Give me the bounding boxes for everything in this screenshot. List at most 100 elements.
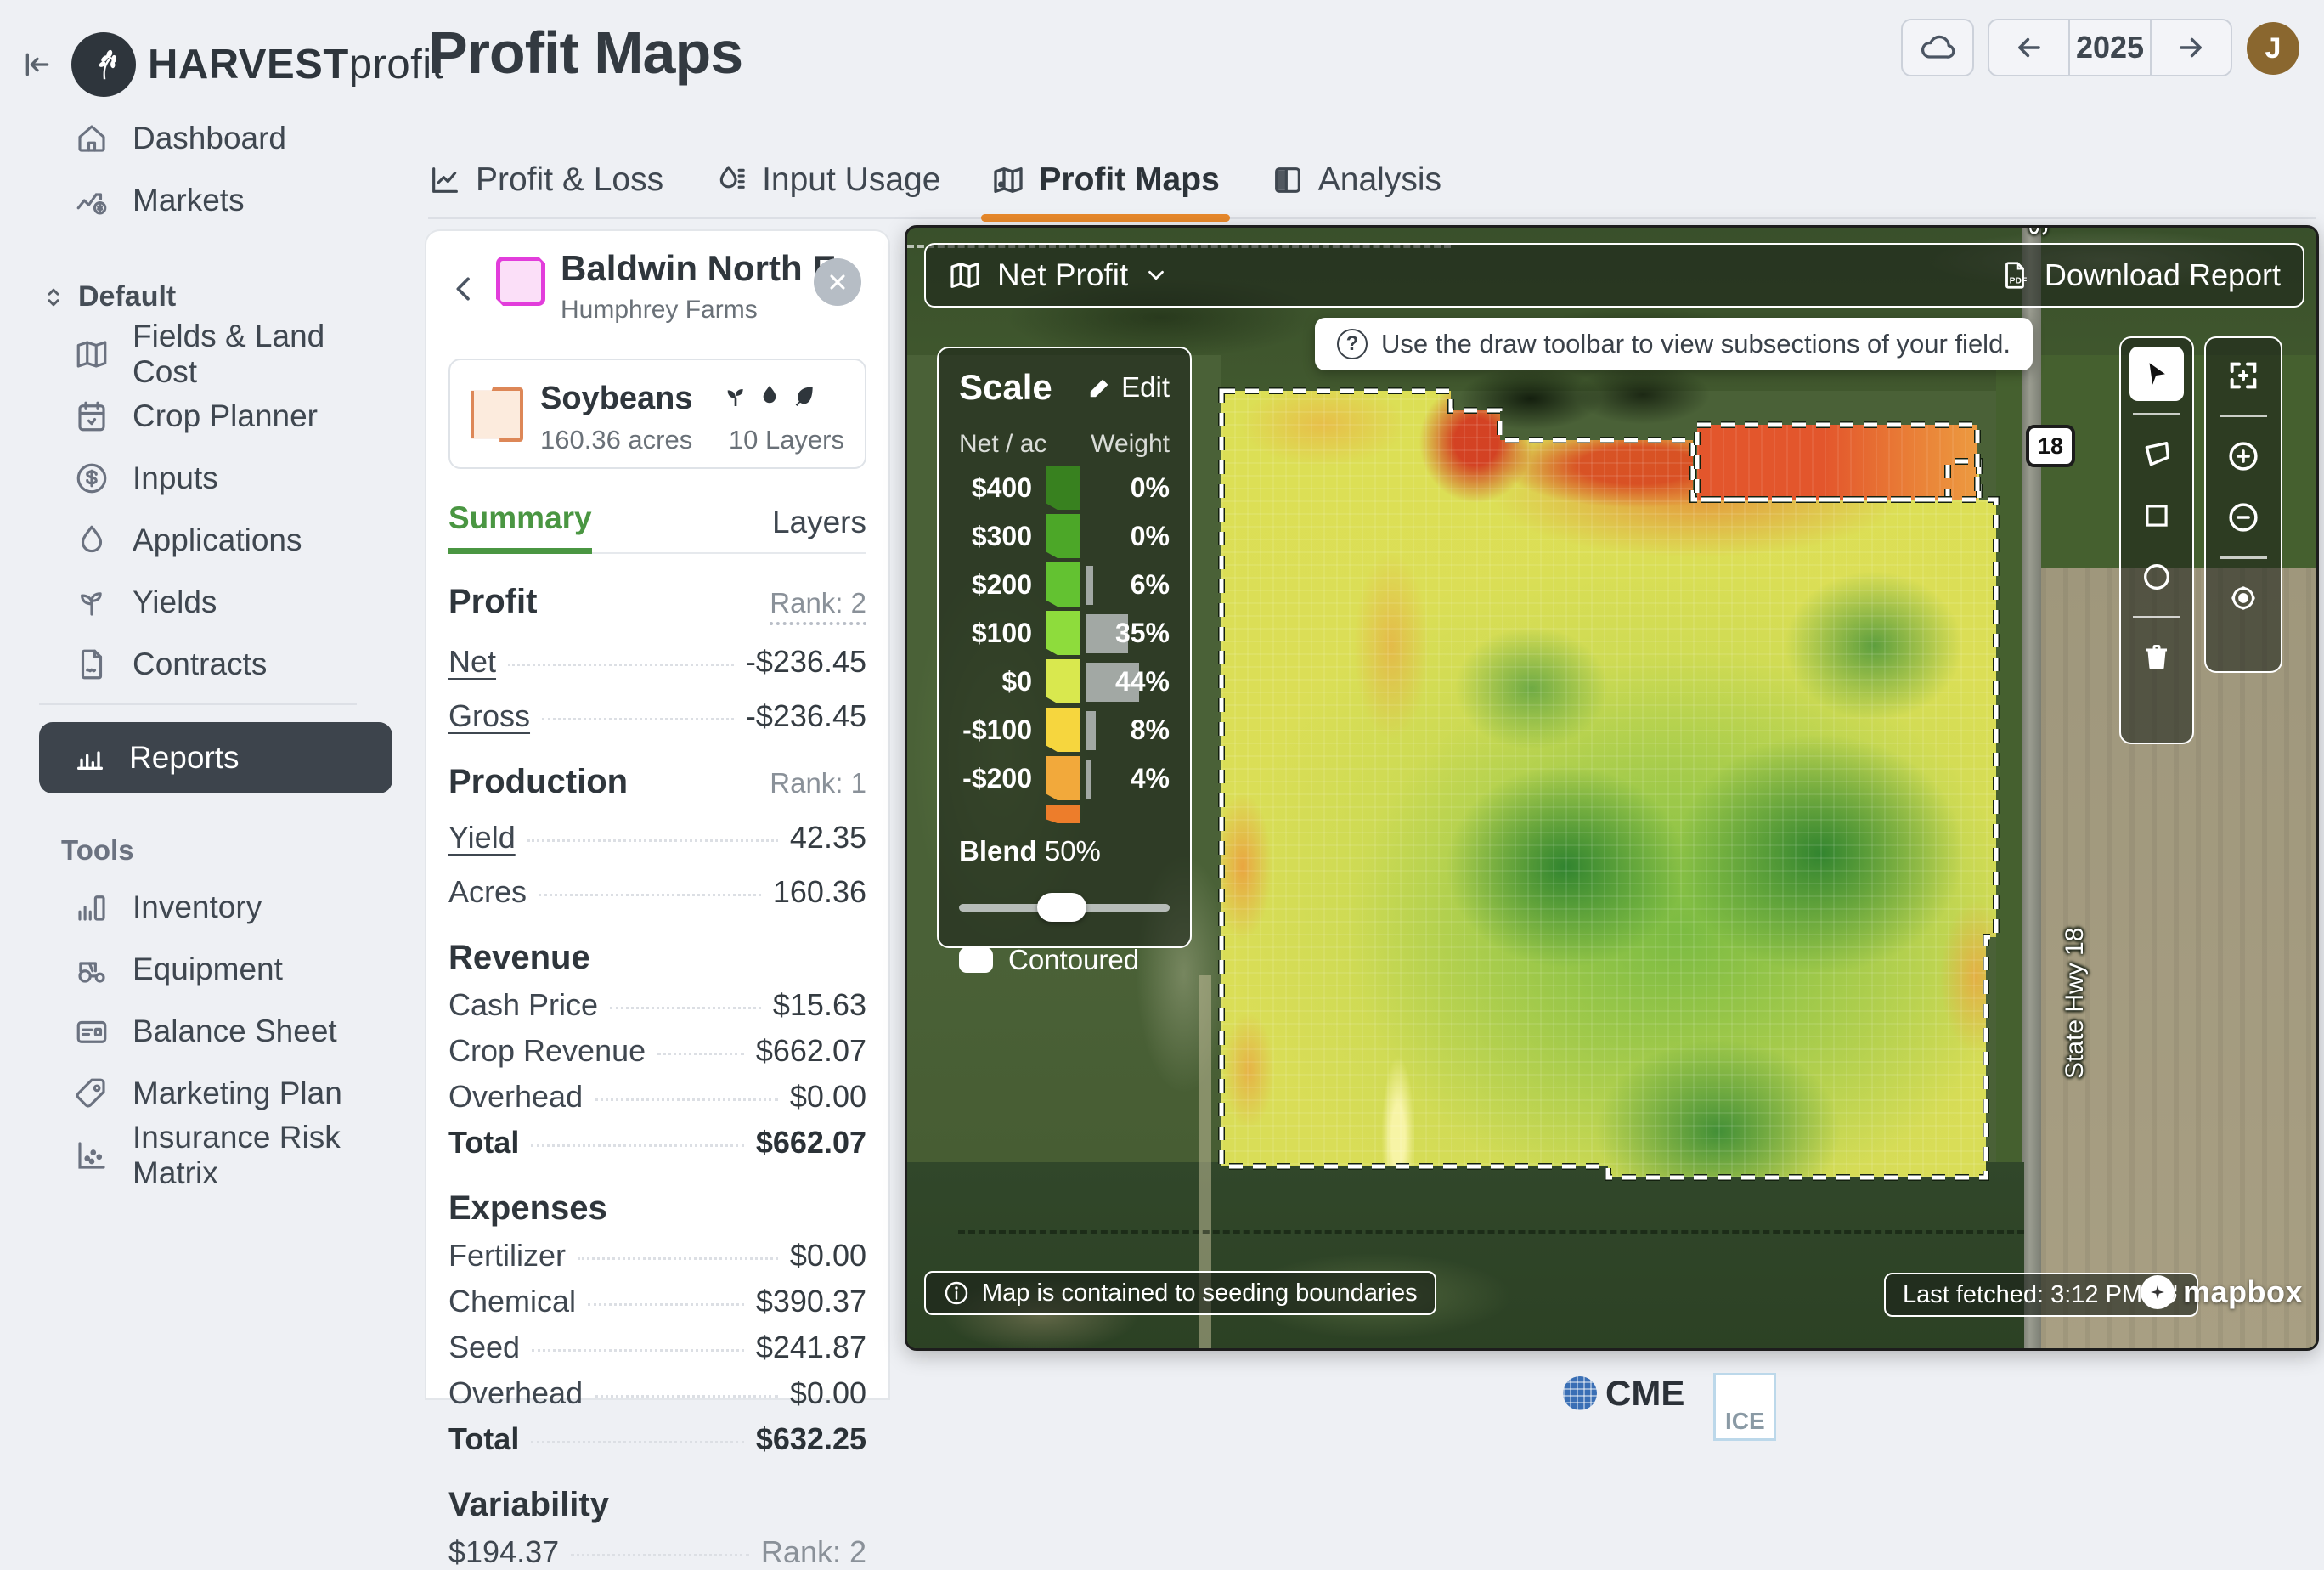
markets-chart-icon <box>73 182 110 219</box>
draw-circle-button[interactable] <box>2129 550 2184 604</box>
zoom-in-button[interactable] <box>2216 429 2270 483</box>
scale-color-swatch <box>1046 611 1080 655</box>
sidebar-item-yields[interactable]: Yields <box>0 575 396 630</box>
map-dollar-icon <box>991 163 1025 197</box>
zoom-out-button[interactable] <box>2216 490 2270 545</box>
fit-bounds-button[interactable] <box>2216 348 2270 403</box>
select-cursor-button[interactable] <box>2129 347 2184 401</box>
sidebar-item-dashboard[interactable]: Dashboard <box>0 111 396 166</box>
tab-profit-maps[interactable]: Profit Maps <box>991 143 1219 217</box>
close-icon[interactable] <box>814 258 861 306</box>
boundary-note-badge: Map is contained to seeding boundaries <box>924 1271 1436 1315</box>
sidebar-item-applications[interactable]: Applications <box>0 513 396 568</box>
panel-tab-layers[interactable]: Layers <box>772 505 866 552</box>
crop-layer-count: 10 Layers <box>729 425 844 455</box>
blend-slider-thumb[interactable] <box>1037 893 1086 922</box>
sort-icon <box>41 285 66 310</box>
expense-total-label: Total <box>448 1421 519 1457</box>
sidebar-item-label: Yields <box>133 585 217 620</box>
sidebar-item-label: Crop Planner <box>133 398 318 434</box>
scale-edit-button[interactable]: Edit <box>1087 371 1170 404</box>
tab-analysis[interactable]: Analysis <box>1271 143 1441 217</box>
sidebar-item-equipment[interactable]: Equipment <box>0 942 396 997</box>
sidebar-item-marketing-plan[interactable]: Marketing Plan <box>0 1066 396 1121</box>
draw-polygon-button[interactable] <box>2129 427 2184 482</box>
sidebar: HARVESTprofit Dashboard Markets Default … <box>0 0 396 1400</box>
panel-tab-summary[interactable]: Summary <box>448 500 592 554</box>
profit-rank[interactable]: Rank: 2 <box>770 587 866 625</box>
blend-label: Blend 50% <box>959 835 1170 867</box>
cme-logo: CME <box>1605 1373 1684 1414</box>
scale-title: Scale <box>959 367 1052 408</box>
sidebar-item-label: Balance Sheet <box>133 1014 337 1049</box>
sidebar-item-markets[interactable]: Markets <box>0 173 396 228</box>
revenue-row-value: $15.63 <box>773 987 866 1023</box>
year-selector: 2025 <box>1988 19 2232 76</box>
field-name: Baldwin North E. <box>561 248 846 289</box>
avatar[interactable]: J <box>2247 22 2299 75</box>
tab-input-usage[interactable]: Input Usage <box>714 143 940 217</box>
profit-heatmap-strip[interactable] <box>1697 425 1977 500</box>
profit-heatmap[interactable] <box>1221 391 1996 1178</box>
document-icon <box>73 646 110 683</box>
pdf-file-icon: PDF <box>1999 259 2031 291</box>
crop-year-group[interactable]: Default <box>41 280 176 313</box>
draw-rectangle-button[interactable] <box>2129 489 2184 543</box>
expense-row-label: Fertilizer <box>448 1238 566 1274</box>
variability-value: $194.37 <box>448 1534 559 1570</box>
sidebar-collapse-icon[interactable] <box>15 42 59 87</box>
droplet-gauge-icon <box>714 163 748 197</box>
variability-rank: Rank: 2 <box>761 1534 866 1570</box>
scale-color-swatch <box>1046 659 1080 703</box>
cloud-sync-button[interactable] <box>1901 19 1974 76</box>
revenue-row-value: $0.00 <box>790 1079 866 1115</box>
scale-overflow-swatch <box>1046 805 1080 823</box>
sidebar-item-crop-planner[interactable]: Crop Planner <box>0 389 396 443</box>
info-icon <box>943 1279 970 1307</box>
sprout-icon <box>73 584 110 621</box>
year-next-button[interactable] <box>2150 20 2231 75</box>
net-link[interactable]: Net <box>448 644 496 680</box>
year-prev-button[interactable] <box>1989 20 2068 75</box>
contoured-checkbox[interactable] <box>959 947 993 973</box>
back-chevron-icon[interactable] <box>447 272 481 306</box>
yield-link[interactable]: Yield <box>448 820 516 856</box>
scale-row: $10035% <box>959 611 1170 659</box>
sidebar-item-insurance-risk-matrix[interactable]: Insurance Risk Matrix <box>0 1128 396 1183</box>
map-icon <box>948 258 982 292</box>
sidebar-item-reports[interactable]: Reports <box>39 722 392 793</box>
expense-total-value: $632.25 <box>756 1421 866 1457</box>
blend-slider[interactable] <box>959 893 1170 922</box>
sidebar-item-label: Insurance Risk Matrix <box>133 1120 396 1191</box>
gross-link[interactable]: Gross <box>448 698 530 734</box>
layer-selector[interactable]: Net Profit <box>948 257 1169 293</box>
section-title-revenue: Revenue <box>448 939 590 977</box>
mapbox-attribution[interactable]: mapbox <box>2141 1274 2303 1310</box>
card-icon <box>73 1013 110 1050</box>
locate-button[interactable] <box>2216 571 2270 625</box>
sidebar-item-inputs[interactable]: Inputs <box>0 451 396 505</box>
crop-card[interactable]: Soybeans 160.36 acres 10 Layers <box>448 359 866 469</box>
yield-value: 42.35 <box>790 820 866 856</box>
tab-profit-and-loss[interactable]: Profit & Loss <box>428 143 663 217</box>
trash-button[interactable] <box>2129 630 2184 685</box>
map-toolbar: Net Profit PDF Download Report <box>924 243 2304 308</box>
highway-label-top: State H <box>2025 225 2054 236</box>
cme-globe-icon <box>1563 1376 1597 1410</box>
scale-color-swatch <box>1046 756 1080 800</box>
sidebar-item-label: Markets <box>133 183 245 218</box>
section-title-production: Production <box>448 763 628 801</box>
download-report-button[interactable]: PDF Download Report <box>1999 257 2281 293</box>
page-tabs: Profit & Loss Input Usage Profit Maps An… <box>428 143 2316 219</box>
production-rank: Rank: 1 <box>770 767 866 799</box>
revenue-row-label: Crop Revenue <box>448 1033 646 1069</box>
profit-map[interactable]: 18 State Hwy 18 State H Net Profit PDF D… <box>905 225 2319 1351</box>
expense-row-value: $0.00 <box>790 1238 866 1274</box>
sidebar-item-fields[interactable]: Fields & Land Cost <box>0 327 396 381</box>
crop-acres: 160.36 acres <box>540 425 692 455</box>
sidebar-item-inventory[interactable]: Inventory <box>0 880 396 935</box>
sidebar-item-contracts[interactable]: Contracts <box>0 637 396 692</box>
contoured-label: Contoured <box>1008 944 1139 976</box>
leaf-icon <box>790 382 817 409</box>
sidebar-item-balance-sheet[interactable]: Balance Sheet <box>0 1004 396 1059</box>
